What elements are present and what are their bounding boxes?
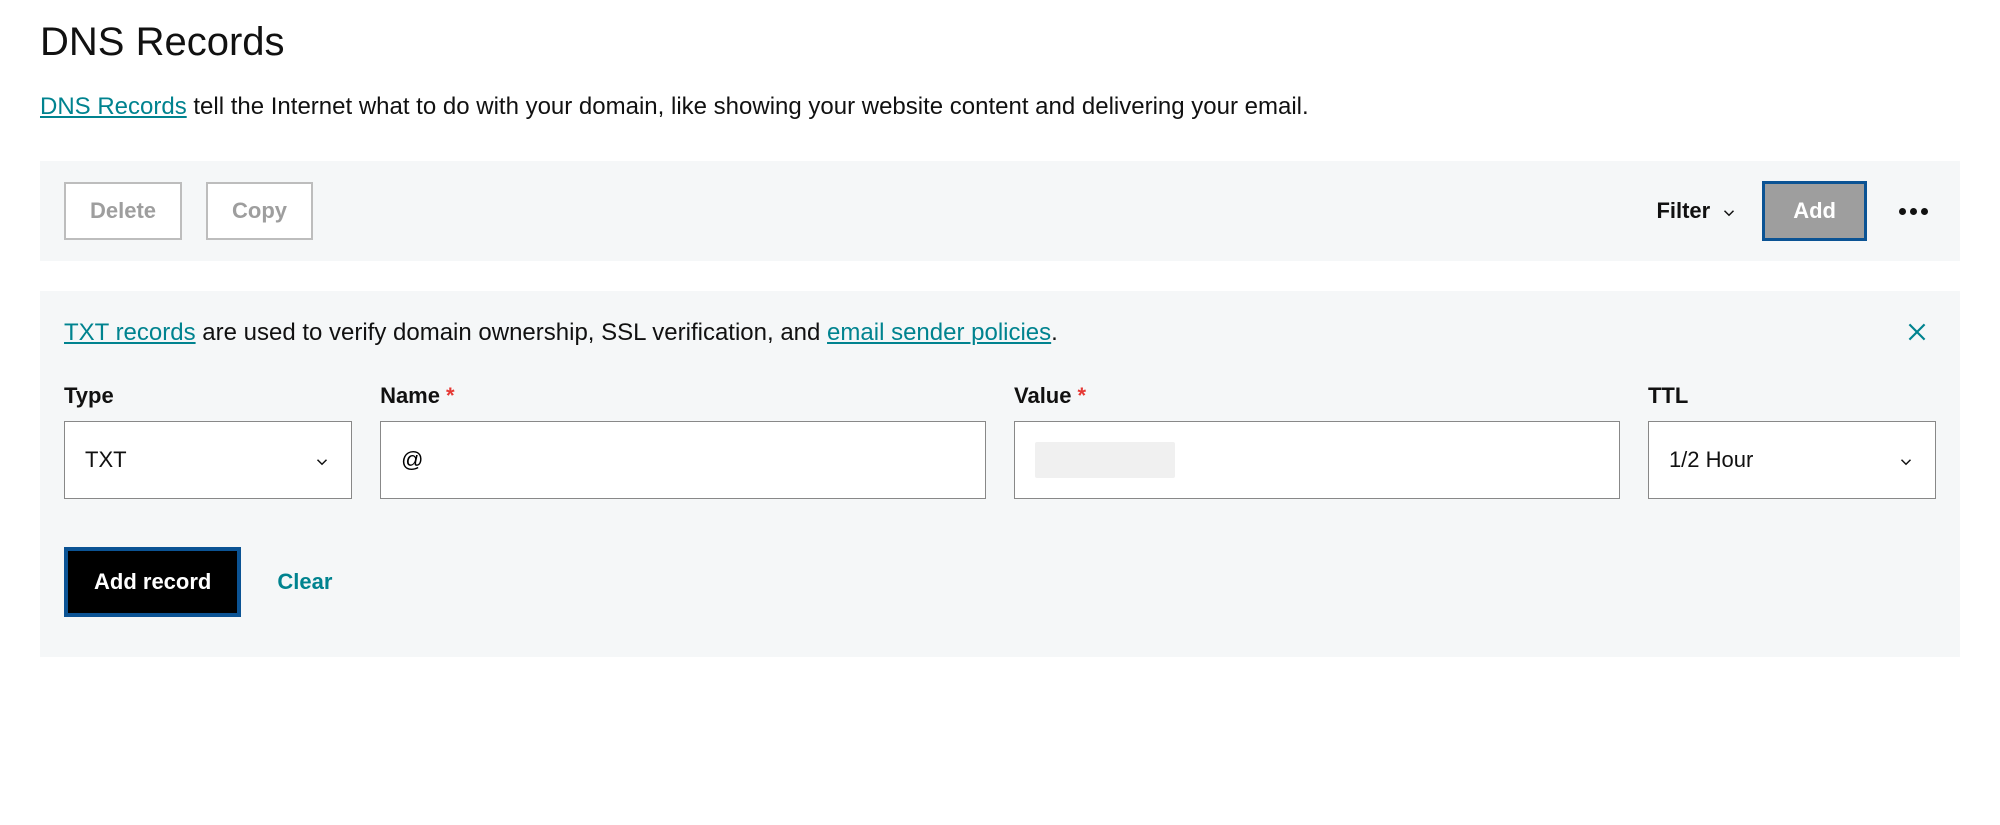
info-mid-text: are used to verify domain ownership, SSL…	[196, 319, 827, 346]
name-label: Name*	[380, 383, 986, 409]
form-actions: Add record Clear	[64, 547, 1936, 617]
ttl-field: TTL 1/2 Hour	[1648, 383, 1936, 499]
value-label: Value*	[1014, 383, 1620, 409]
value-redacted	[1035, 442, 1175, 478]
clear-button[interactable]: Clear	[277, 569, 332, 595]
dns-records-link[interactable]: DNS Records	[40, 93, 187, 120]
add-record-button[interactable]: Add record	[64, 547, 241, 617]
ttl-select[interactable]: 1/2 Hour	[1648, 421, 1936, 499]
info-line: TXT records are used to verify domain ow…	[64, 319, 1936, 347]
chevron-down-icon	[1720, 202, 1738, 220]
copy-button[interactable]: Copy	[206, 182, 313, 240]
ttl-value: 1/2 Hour	[1669, 447, 1753, 473]
required-marker: *	[446, 383, 455, 408]
chevron-down-icon	[313, 451, 331, 469]
close-icon[interactable]	[1904, 319, 1930, 345]
add-record-panel: TXT records are used to verify domain ow…	[40, 291, 1960, 657]
name-input[interactable]	[401, 422, 965, 498]
filter-label: Filter	[1656, 198, 1710, 224]
more-icon[interactable]	[1891, 200, 1936, 223]
chevron-down-icon	[1897, 451, 1915, 469]
value-input-wrapper[interactable]	[1014, 421, 1620, 499]
form-row: Type TXT Name* Value*	[64, 383, 1936, 499]
delete-button[interactable]: Delete	[64, 182, 182, 240]
add-button[interactable]: Add	[1762, 181, 1867, 241]
email-policies-link[interactable]: email sender policies	[827, 319, 1051, 346]
page-title: DNS Records	[40, 20, 1960, 65]
type-label: Type	[64, 383, 352, 409]
type-field: Type TXT	[64, 383, 352, 499]
filter-dropdown[interactable]: Filter	[1656, 198, 1738, 224]
ttl-label: TTL	[1648, 383, 1936, 409]
type-value: TXT	[85, 447, 127, 473]
info-end: .	[1051, 319, 1058, 346]
description-text: tell the Internet what to do with your d…	[187, 93, 1309, 120]
txt-records-link[interactable]: TXT records	[64, 319, 196, 346]
page-description: DNS Records tell the Internet what to do…	[40, 93, 1960, 121]
toolbar: Delete Copy Filter Add	[40, 161, 1960, 261]
required-marker: *	[1077, 383, 1086, 408]
type-select[interactable]: TXT	[64, 421, 352, 499]
name-field: Name*	[380, 383, 986, 499]
value-field: Value*	[1014, 383, 1620, 499]
